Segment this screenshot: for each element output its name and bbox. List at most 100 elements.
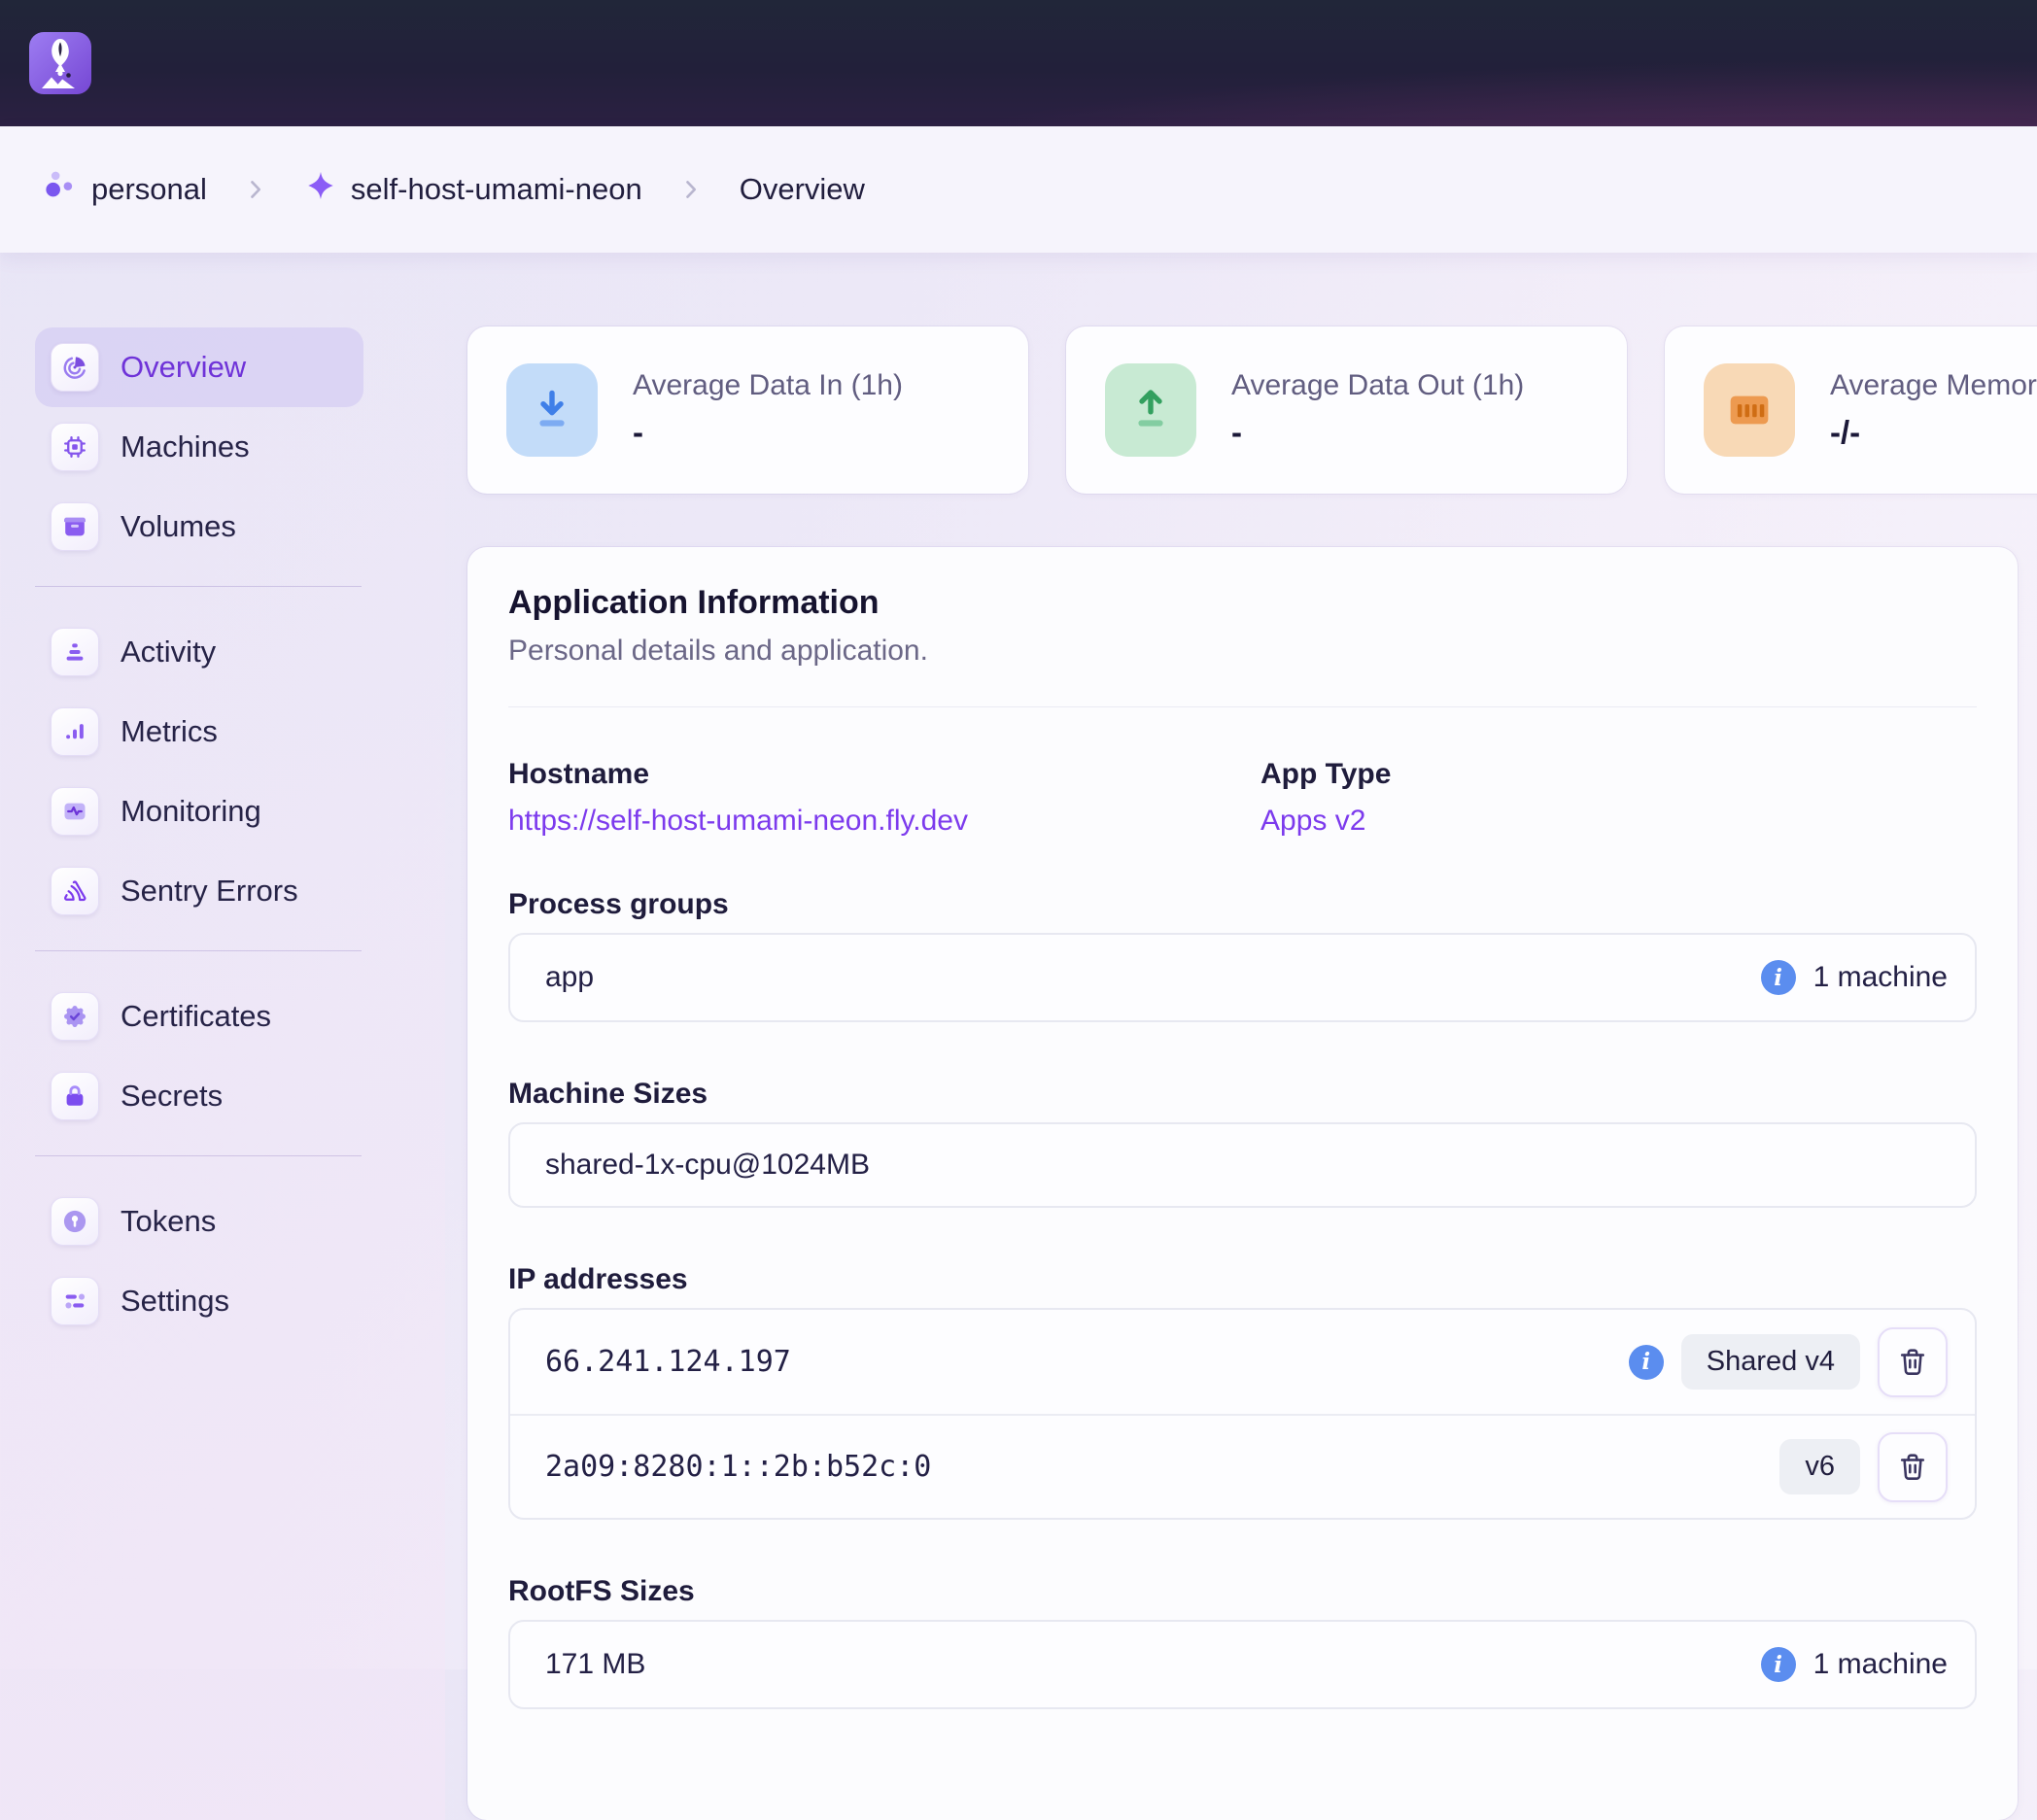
padlock-icon: [51, 1072, 99, 1120]
process-groups-section: Process groups app i 1 machine: [508, 888, 1977, 1022]
sidebar-item-certificates[interactable]: Certificates: [35, 977, 363, 1056]
sidebar-item-label: Activity: [121, 635, 216, 670]
activity-layers-icon: [51, 628, 99, 676]
sidebar-item-activity[interactable]: Activity: [35, 612, 363, 692]
stat-value: -: [633, 414, 903, 451]
fly-logo-icon[interactable]: [29, 32, 91, 94]
hostname-field: Hostname https://self-host-umami-neon.fl…: [508, 758, 1260, 838]
application-information-card: Application Information Personal details…: [467, 547, 2018, 1820]
stat-label: Average Data Out (1h): [1231, 369, 1524, 402]
package-box-icon: [51, 502, 99, 551]
ip-address-row: 66.241.124.197 i Shared v4: [510, 1310, 1975, 1414]
key-icon: [51, 1197, 99, 1246]
ip-addresses-label: IP addresses: [508, 1263, 1977, 1296]
card-header: Application Information Personal details…: [508, 547, 1977, 707]
ip-address: 2a09:8280:1::2b:b52c:0: [545, 1450, 931, 1484]
sidebar-item-metrics[interactable]: Metrics: [35, 692, 363, 772]
sidebar-item-label: Certificates: [121, 999, 271, 1034]
card-title: Application Information: [508, 584, 1977, 622]
trash-icon: [1895, 1450, 1930, 1485]
info-icon[interactable]: i: [1761, 1647, 1796, 1682]
sidebar-item-volumes[interactable]: Volumes: [35, 487, 363, 567]
sidebar-item-label: Overview: [121, 350, 246, 385]
info-icon[interactable]: i: [1629, 1345, 1664, 1380]
chevron-right-icon: [677, 176, 705, 203]
sidebar-item-label: Machines: [121, 429, 250, 464]
hostname-apptype-row: Hostname https://self-host-umami-neon.fl…: [508, 758, 1977, 838]
sidebar-item-machines[interactable]: Machines: [35, 407, 363, 487]
rootfs-sizes-section: RootFS Sizes 171 MB i 1 machine: [508, 1575, 1977, 1709]
rootfs-size-value: 171 MB: [545, 1648, 645, 1681]
stat-label: Average Data In (1h): [633, 369, 903, 402]
breadcrumb: personal self-host-umami-neon Overview: [0, 126, 2037, 253]
breadcrumb-page[interactable]: Overview: [740, 172, 865, 207]
breadcrumb-page-label: Overview: [740, 172, 865, 207]
ip-type-chip: v6: [1779, 1439, 1860, 1494]
sidebar-item-label: Secrets: [121, 1079, 223, 1114]
sparkle-icon: [304, 169, 337, 210]
sidebar-divider: [35, 950, 362, 951]
machine-size-value: shared-1x-cpu@1024MB: [545, 1149, 870, 1182]
sidebar-item-settings[interactable]: Settings: [35, 1261, 363, 1341]
chevron-right-icon: [242, 176, 269, 203]
machine-sizes-label: Machine Sizes: [508, 1078, 1977, 1111]
badge-check-icon: [51, 992, 99, 1041]
sidebar-item-label: Volumes: [121, 509, 236, 544]
sidebar-item-label: Metrics: [121, 714, 218, 749]
hostname-link[interactable]: https://self-host-umami-neon.fly.dev: [508, 805, 968, 838]
breadcrumb-org[interactable]: personal: [41, 167, 207, 212]
app-type-label: App Type: [1260, 758, 1977, 791]
rootfs-size-row: 171 MB i 1 machine: [508, 1620, 1977, 1709]
machine-count-badge: 1 machine: [1813, 961, 1948, 994]
main-content: Average Data In (1h) - Average Data Out …: [445, 253, 2037, 1820]
sidebar-item-secrets[interactable]: Secrets: [35, 1056, 363, 1136]
app-header: [0, 0, 2037, 126]
sidebar-divider: [35, 1155, 362, 1156]
process-group-row: app i 1 machine: [508, 933, 1977, 1022]
sidebar-item-tokens[interactable]: Tokens: [35, 1182, 363, 1261]
sidebar-item-overview[interactable]: Overview: [35, 327, 363, 407]
overview-radar-icon: [51, 343, 99, 392]
stat-value: -/-: [1830, 414, 2037, 451]
app-type-field: App Type Apps v2: [1260, 758, 1977, 838]
ip-address: 66.241.124.197: [545, 1345, 791, 1379]
stat-card-memory: Average Memory -/-: [1665, 326, 2037, 494]
sidebar-item-label: Sentry Errors: [121, 874, 298, 909]
delete-ip-button[interactable]: [1878, 1327, 1948, 1397]
app-type-link[interactable]: Apps v2: [1260, 805, 1365, 838]
stats-row: Average Data In (1h) - Average Data Out …: [467, 326, 2018, 494]
stat-card-data-in: Average Data In (1h) -: [467, 326, 1028, 494]
org-dots-icon: [41, 167, 78, 212]
process-group-name: app: [545, 961, 594, 994]
delete-ip-button[interactable]: [1878, 1432, 1948, 1502]
ip-type-chip: Shared v4: [1681, 1334, 1860, 1390]
trash-icon: [1895, 1345, 1930, 1380]
info-icon[interactable]: i: [1761, 960, 1796, 995]
stat-label: Average Memory: [1830, 369, 2037, 402]
sentry-icon: [51, 867, 99, 915]
sidebar-item-sentry-errors[interactable]: Sentry Errors: [35, 851, 363, 931]
ip-addresses-section: IP addresses 66.241.124.197 i Shared v4: [508, 1263, 1977, 1520]
breadcrumb-app[interactable]: self-host-umami-neon: [304, 169, 642, 210]
stat-value: -: [1231, 414, 1524, 451]
process-groups-label: Process groups: [508, 888, 1977, 921]
bar-chart-icon: [51, 707, 99, 756]
ip-address-row: 2a09:8280:1::2b:b52c:0 v6: [510, 1414, 1975, 1518]
stat-card-data-out: Average Data Out (1h) -: [1066, 326, 1627, 494]
pulse-monitor-icon: [51, 787, 99, 836]
ip-address-list: 66.241.124.197 i Shared v4: [508, 1308, 1977, 1520]
machine-size-row: shared-1x-cpu@1024MB: [508, 1122, 1977, 1208]
rootfs-sizes-label: RootFS Sizes: [508, 1575, 1977, 1608]
cpu-chip-icon: [51, 423, 99, 471]
sidebar-item-label: Monitoring: [121, 794, 261, 829]
sliders-icon: [51, 1277, 99, 1325]
upload-icon: [1105, 363, 1196, 457]
breadcrumb-org-label: personal: [91, 172, 207, 207]
sidebar-item-label: Settings: [121, 1284, 229, 1319]
sidebar-item-monitoring[interactable]: Monitoring: [35, 772, 363, 851]
sidebar-divider: [35, 586, 362, 587]
breadcrumb-app-label: self-host-umami-neon: [351, 172, 642, 207]
machine-sizes-section: Machine Sizes shared-1x-cpu@1024MB: [508, 1078, 1977, 1208]
hostname-label: Hostname: [508, 758, 1260, 791]
card-subtitle: Personal details and application.: [508, 635, 1977, 668]
